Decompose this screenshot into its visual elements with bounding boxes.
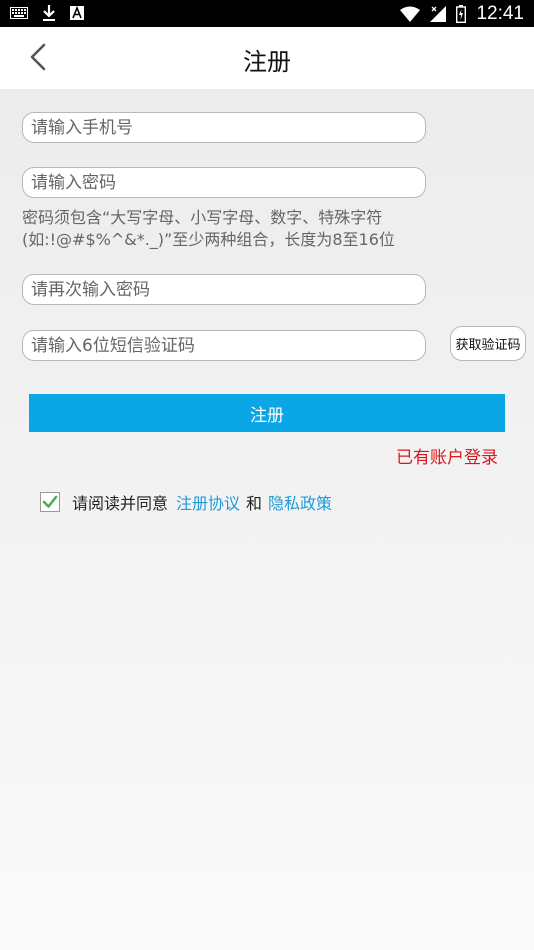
- status-bar-right: 12:41: [400, 2, 524, 25]
- privacy-link[interactable]: 隐私政策: [268, 490, 332, 514]
- cellular-signal-icon: [430, 5, 447, 22]
- agreement-row: 请阅读并同意 注册协议 和 隐私政策: [40, 490, 332, 514]
- login-link[interactable]: 已有账户登录: [396, 443, 498, 468]
- agree-checkbox[interactable]: [40, 492, 60, 512]
- registration-form: 密码须包含“大写字母、小写字母、数字、特殊字符(如:!@#$%^&*._)”至少…: [0, 89, 534, 950]
- register-button[interactable]: 注册: [29, 394, 505, 432]
- status-bar: 12:41: [0, 0, 534, 27]
- status-bar-left: [10, 4, 84, 22]
- phone-input[interactable]: [22, 112, 426, 143]
- terms-link[interactable]: 注册协议: [176, 490, 240, 514]
- get-code-button[interactable]: 获取验证码: [450, 326, 526, 361]
- agreement-and: 和: [246, 494, 263, 513]
- password-input[interactable]: [22, 167, 426, 198]
- sms-code-input[interactable]: [22, 330, 426, 361]
- wifi-icon: [400, 6, 421, 22]
- confirm-password-input[interactable]: [22, 274, 426, 305]
- checkmark-icon: [42, 495, 58, 508]
- header-bar: 注册: [0, 27, 534, 89]
- password-hint: 密码须包含“大写字母、小写字母、数字、特殊字符(如:!@#$%^&*._)”至少…: [22, 208, 395, 249]
- agreement-prefix: 请阅读并同意: [72, 494, 169, 513]
- status-time: 12:41: [476, 3, 524, 24]
- battery-icon: [456, 4, 467, 23]
- app-notification-icon: [70, 6, 84, 20]
- download-icon: [43, 5, 55, 21]
- page-title: 注册: [243, 48, 291, 76]
- keyboard-icon: [10, 7, 28, 19]
